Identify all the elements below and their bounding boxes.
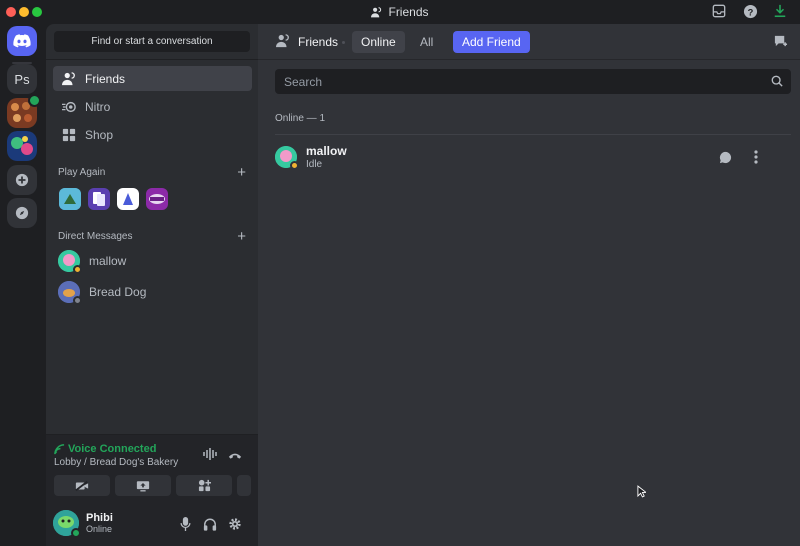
online-count: Online — 1 — [275, 113, 326, 124]
sidebar-item-nitro[interactable]: Nitro — [53, 94, 252, 119]
sidebar-item-label: Shop — [85, 127, 114, 142]
friends-search — [275, 69, 791, 94]
add-server-button[interactable] — [7, 165, 37, 195]
plus-icon[interactable]: + — [237, 165, 246, 180]
friends-icon — [61, 71, 77, 87]
server-game[interactable] — [7, 131, 37, 161]
create-dm-icon[interactable]: + — [237, 229, 246, 244]
user-status: Online — [86, 524, 113, 534]
search-icon — [771, 75, 783, 90]
sidebar-divider — [46, 59, 258, 60]
header-separator — [342, 41, 345, 44]
dm-item-mallow[interactable]: mallow — [53, 246, 252, 276]
explore-servers-button[interactable] — [7, 198, 37, 228]
avatar — [275, 146, 299, 170]
message-icon[interactable] — [717, 149, 733, 165]
microphone-icon[interactable] — [177, 516, 193, 532]
play-again-header: Play Again + — [58, 165, 246, 180]
sidebar-item-label: Friends — [85, 71, 126, 86]
sidebar-item-friends[interactable]: Friends — [53, 66, 252, 91]
voice-channel-name[interactable]: Lobby / Bread Dog's Bakery — [54, 457, 178, 468]
idle-status-icon — [73, 265, 82, 274]
user-panel: Phibi Online — [46, 504, 258, 546]
add-friend-button[interactable]: Add Friend — [453, 31, 530, 53]
compass-icon — [15, 206, 29, 220]
game-3-icon — [117, 188, 139, 210]
online-status-icon — [71, 528, 81, 538]
window-title: Friends — [0, 5, 800, 21]
more-options-icon[interactable] — [748, 149, 764, 165]
headphones-icon[interactable] — [202, 516, 218, 532]
avatar — [58, 281, 82, 305]
tab-all[interactable]: All — [411, 31, 442, 53]
shop-icon — [61, 127, 77, 143]
screen-share-icon — [136, 480, 150, 491]
friend-row-mallow[interactable]: mallow Idle — [268, 137, 792, 177]
channel-sidebar: Find or start a conversation Friends Nit… — [46, 24, 258, 546]
soundboard-button[interactable] — [237, 475, 251, 496]
dm-name: mallow — [89, 254, 127, 268]
download-icon[interactable] — [773, 4, 789, 20]
tab-online[interactable]: Online — [352, 31, 405, 53]
game-shortcut[interactable] — [88, 188, 110, 210]
friends-main-panel: Friends Online All Add Friend Online — 1… — [258, 24, 800, 546]
voice-connection-panel: Voice Connected Lobby / Bread Dog's Bake… — [46, 434, 258, 504]
game-shortcut[interactable] — [117, 188, 139, 210]
disconnect-icon[interactable] — [228, 449, 242, 464]
friends-icon — [276, 34, 290, 51]
game-4-icon — [146, 188, 168, 210]
discord-logo-icon — [13, 34, 31, 48]
direct-messages-header: Direct Messages + — [58, 229, 246, 244]
title-bar: Friends ? — [0, 0, 800, 24]
direct-messages-home-button[interactable] — [7, 26, 37, 56]
game-shortcut[interactable] — [146, 188, 168, 210]
activities-button[interactable] — [176, 475, 232, 496]
settings-gear-icon[interactable] — [227, 516, 243, 532]
server-bakery[interactable] — [7, 94, 41, 128]
find-conversation-button[interactable]: Find or start a conversation — [54, 31, 250, 52]
help-icon[interactable]: ? — [743, 4, 759, 20]
server-rail: Ps — [0, 24, 46, 546]
game-2-icon — [88, 188, 110, 210]
svg-text:?: ? — [748, 7, 754, 17]
window-title-text: Friends — [388, 5, 429, 19]
play-again-title: Play Again — [58, 167, 106, 178]
user-name: Phibi — [86, 512, 113, 524]
new-group-dm-icon[interactable] — [773, 34, 788, 51]
server-game-icon — [7, 131, 37, 161]
offline-status-icon — [73, 296, 82, 305]
friend-name: mallow — [306, 144, 347, 158]
friends-header: Friends Online All Add Friend — [258, 24, 800, 60]
activities-icon — [198, 479, 211, 492]
camera-off-icon — [75, 480, 89, 491]
friends-icon — [371, 7, 382, 21]
signal-icon — [54, 443, 65, 458]
game-1-icon — [59, 188, 81, 210]
idle-status-icon — [290, 161, 299, 170]
friend-status-text: Idle — [306, 159, 323, 170]
find-conversation-label: Find or start a conversation — [91, 36, 213, 47]
voice-status[interactable]: Voice Connected — [68, 443, 156, 455]
sidebar-item-label: Nitro — [85, 99, 111, 114]
add-server-icon — [15, 173, 29, 187]
page-title: Friends — [298, 35, 339, 49]
search-input[interactable] — [275, 69, 765, 94]
share-screen-button[interactable] — [115, 475, 171, 496]
inbox-icon[interactable] — [712, 4, 728, 20]
mouse-cursor-icon — [637, 485, 648, 501]
avatar[interactable] — [53, 510, 81, 538]
server-initials: Ps — [14, 71, 30, 87]
camera-off-button[interactable] — [54, 475, 110, 496]
list-divider — [275, 134, 791, 135]
sidebar-item-shop[interactable]: Shop — [53, 122, 252, 147]
voice-activity-icon[interactable] — [203, 448, 217, 463]
dm-item-bread-dog[interactable]: Bread Dog — [53, 277, 252, 307]
direct-messages-title: Direct Messages — [58, 231, 133, 242]
avatar — [58, 250, 82, 274]
game-shortcut[interactable] — [59, 188, 81, 210]
nitro-icon — [61, 99, 77, 115]
dm-name: Bread Dog — [89, 285, 147, 299]
speaker-icon — [28, 94, 41, 107]
server-ps[interactable]: Ps — [7, 64, 37, 94]
